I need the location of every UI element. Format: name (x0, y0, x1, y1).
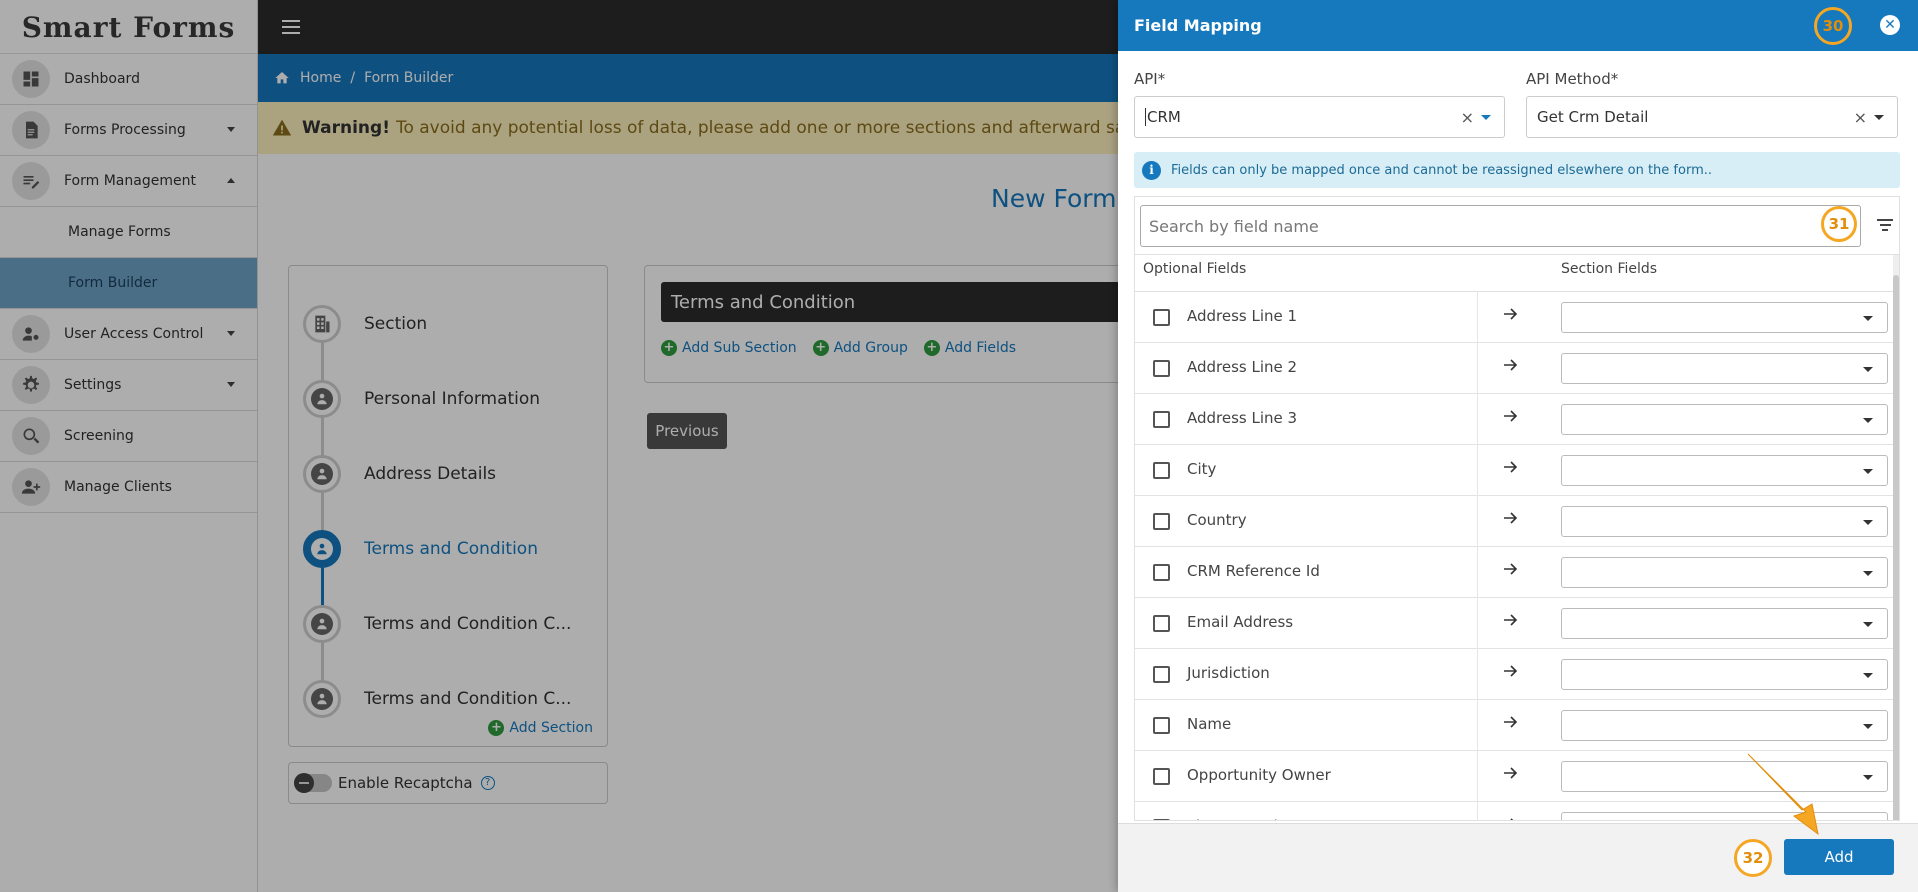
arrow-right-icon (1504, 767, 1518, 779)
field-mapping-table: 31 Optional Fields Section Fields Addres… (1134, 196, 1900, 821)
section-fields-header: Section Fields (1561, 261, 1658, 277)
info-text: Fields can only be mapped once and canno… (1171, 162, 1713, 178)
arrow-right-icon (1504, 308, 1518, 320)
section-field-select[interactable] (1561, 761, 1888, 792)
divider (1477, 496, 1478, 547)
section-field-select[interactable] (1561, 506, 1888, 537)
drawer-title: Field Mapping (1134, 16, 1262, 35)
section-field-select[interactable] (1561, 302, 1888, 333)
field-checkbox[interactable] (1153, 360, 1170, 377)
table-row: City (1135, 445, 1899, 496)
field-name: Address Line 1 (1187, 307, 1298, 325)
arrow-right-icon (1504, 563, 1518, 575)
divider (1477, 547, 1478, 598)
section-field-select[interactable] (1561, 812, 1888, 820)
section-field-select[interactable] (1561, 404, 1888, 435)
section-field-select[interactable] (1561, 659, 1888, 690)
field-name: Address Line 2 (1187, 358, 1298, 376)
divider (1477, 343, 1478, 394)
chevron-down-icon[interactable] (1874, 115, 1884, 120)
clear-icon[interactable]: × (1854, 108, 1867, 127)
api-label: API* (1134, 70, 1166, 88)
add-button[interactable]: Add (1784, 839, 1894, 875)
divider (1477, 751, 1478, 802)
pointer-arrow-icon (1747, 753, 1819, 836)
step-badge-30: 30 (1814, 7, 1852, 45)
table-row: Address Line 2 (1135, 343, 1899, 394)
table-row: Name (1135, 700, 1899, 751)
section-field-select[interactable] (1561, 710, 1888, 741)
divider (1477, 700, 1478, 751)
arrow-right-icon (1504, 665, 1518, 677)
api-method-select[interactable]: Get Crm Detail × (1526, 96, 1898, 138)
field-name: CRM Reference Id (1187, 562, 1320, 580)
scrollbar[interactable] (1893, 255, 1899, 820)
arrow-right-icon (1504, 461, 1518, 473)
arrow-right-icon (1504, 410, 1518, 422)
optional-fields-header: Optional Fields (1143, 261, 1247, 277)
field-checkbox[interactable] (1153, 615, 1170, 632)
arrow-right-icon (1510, 818, 1514, 820)
table-row: Address Line 1 (1135, 292, 1899, 343)
field-name: Opportunity Owner (1187, 766, 1331, 784)
field-name: Address Line 3 (1187, 409, 1298, 427)
field-name: Email Address (1187, 613, 1294, 631)
table-row: CRM Reference Id (1135, 547, 1899, 598)
table-row: Address Line 3 (1135, 394, 1899, 445)
divider (1477, 394, 1478, 445)
field-name: Name (1187, 715, 1232, 733)
section-field-select[interactable] (1561, 455, 1888, 486)
field-name: Jurisdiction (1187, 664, 1270, 682)
table-row: Jurisdiction (1135, 649, 1899, 700)
section-field-select[interactable] (1561, 353, 1888, 384)
api-method-label: API Method* (1526, 70, 1619, 88)
filter-icon[interactable] (1877, 219, 1893, 233)
field-checkbox[interactable] (1153, 411, 1170, 428)
arrow-right-icon (1504, 512, 1518, 524)
field-checkbox[interactable] (1153, 666, 1170, 683)
step-badge-31: 31 (1821, 206, 1857, 242)
arrow-right-icon (1504, 359, 1518, 371)
divider (1477, 802, 1478, 820)
api-method-value: Get Crm Detail (1537, 108, 1649, 126)
chevron-down-icon[interactable] (1481, 115, 1491, 120)
field-checkbox[interactable] (1153, 717, 1170, 734)
field-name: City (1187, 460, 1217, 478)
field-checkbox[interactable] (1153, 513, 1170, 530)
step-badge-32: 32 (1734, 839, 1772, 877)
section-field-select[interactable] (1561, 608, 1888, 639)
api-value: CRM (1147, 108, 1181, 126)
divider (1477, 649, 1478, 700)
info-banner: i Fields can only be mapped once and can… (1134, 152, 1900, 188)
field-checkbox[interactable] (1153, 819, 1170, 820)
arrow-right-icon (1504, 716, 1518, 728)
search-row: 31 (1135, 197, 1899, 255)
field-checkbox[interactable] (1153, 309, 1170, 326)
table-row: Email Address (1135, 598, 1899, 649)
field-name: Phone Number (1187, 817, 1299, 820)
modal-backdrop[interactable] (0, 0, 1118, 892)
info-icon: i (1142, 160, 1161, 180)
table-row: Country (1135, 496, 1899, 547)
section-field-select[interactable] (1561, 557, 1888, 588)
field-checkbox[interactable] (1153, 768, 1170, 785)
field-checkbox[interactable] (1153, 462, 1170, 479)
search-input[interactable] (1140, 205, 1861, 247)
field-checkbox[interactable] (1153, 564, 1170, 581)
close-icon[interactable]: ✕ (1880, 15, 1900, 35)
field-name: Country (1187, 511, 1247, 529)
divider (1477, 445, 1478, 496)
api-select[interactable]: CRM × (1134, 96, 1505, 138)
divider (1477, 598, 1478, 649)
divider (1477, 292, 1478, 343)
clear-icon[interactable]: × (1461, 108, 1474, 127)
arrow-right-icon (1504, 614, 1518, 626)
drawer-header: Field Mapping 30 ✕ (1118, 0, 1918, 51)
